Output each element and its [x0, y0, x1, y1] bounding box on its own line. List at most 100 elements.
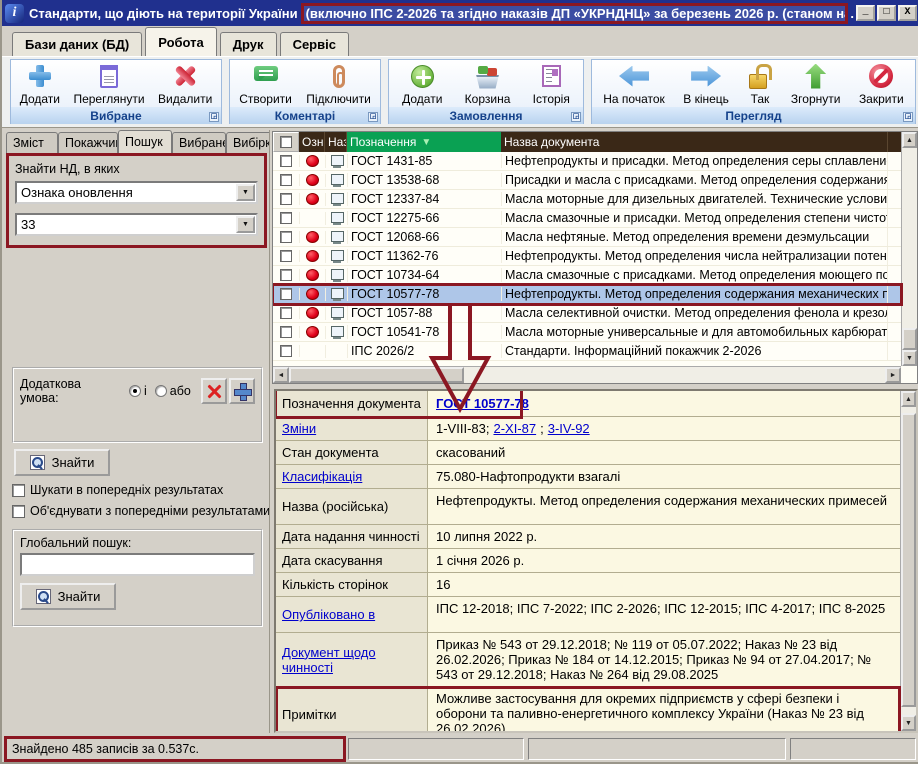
group-caption-orders: Замовлення ◲: [389, 107, 583, 124]
add-condition-button[interactable]: [229, 378, 255, 404]
header-has[interactable]: Наз: [325, 132, 347, 152]
sidebar-tab-favorites[interactable]: Вибране: [172, 132, 226, 153]
row-checkbox[interactable]: [280, 193, 292, 205]
row-checkbox[interactable]: [280, 345, 292, 357]
table-horizontal-scrollbar[interactable]: ◄ ►: [273, 366, 901, 383]
close-view-button[interactable]: Закрити: [855, 62, 908, 107]
go-end-button[interactable]: В кінець: [679, 62, 733, 107]
header-designation[interactable]: Позначення ▼: [347, 132, 501, 152]
row-checkbox[interactable]: [280, 326, 292, 338]
attach-comment-button[interactable]: Підключити: [302, 62, 375, 107]
scrollbar-thumb[interactable]: [289, 367, 464, 383]
sidebar-tab-index[interactable]: Покажчик: [58, 132, 118, 153]
row-checkbox[interactable]: [280, 212, 292, 224]
header-mark[interactable]: Озн: [299, 132, 325, 152]
view-button[interactable]: Переглянути: [69, 62, 148, 107]
remove-condition-button[interactable]: [201, 378, 227, 404]
global-search-input[interactable]: [20, 553, 255, 576]
changes-label-link[interactable]: Зміни: [282, 421, 316, 436]
find-button-label: Знайти: [58, 589, 101, 604]
chevron-down-icon[interactable]: ▼: [236, 216, 255, 233]
table-row[interactable]: ГОСТ 10734-64 Масла смазочные с присадка…: [273, 266, 901, 285]
detail-value: скасований: [436, 445, 505, 460]
sidebar-tab-search[interactable]: Пошук: [118, 130, 172, 153]
scroll-left-icon[interactable]: ◄: [273, 367, 289, 383]
sidebar-tab-selection[interactable]: Вибірка: [226, 132, 269, 153]
designation-cell: ГОСТ 10734-64: [347, 268, 501, 282]
change-link-2[interactable]: 3-IV-92: [548, 421, 590, 436]
table-row[interactable]: ГОСТ 11362-76 Нефтепродукты. Метод опред…: [273, 247, 901, 266]
search-field-dropdown[interactable]: Ознака оновлення ▼: [15, 181, 258, 204]
header-doc-name[interactable]: Назва документа: [501, 132, 887, 152]
table-row-selected[interactable]: ГОСТ 10577-78 Нефтепродукты. Метод опред…: [273, 285, 901, 304]
search-in-previous-checkbox-row[interactable]: Шукати в попередніх результатах: [12, 483, 269, 497]
go-start-button[interactable]: На початок: [599, 62, 669, 107]
tab-work[interactable]: Робота: [145, 27, 217, 56]
scroll-up-icon[interactable]: ▲: [901, 391, 916, 407]
row-checkbox[interactable]: [280, 231, 292, 243]
scroll-up-icon[interactable]: ▲: [902, 132, 917, 148]
row-checkbox[interactable]: [280, 269, 292, 281]
designation-link[interactable]: ГОСТ 10577-78: [436, 396, 529, 411]
add-order-button[interactable]: Додати: [398, 62, 446, 107]
sidebar-tab-contents[interactable]: Зміст: [6, 132, 58, 153]
close-button[interactable]: X: [898, 5, 917, 21]
checkbox-icon[interactable]: [12, 505, 25, 518]
row-checkbox[interactable]: [280, 288, 292, 300]
header-select-all[interactable]: [273, 132, 299, 152]
status-section: [348, 738, 524, 760]
tab-databases[interactable]: Бази даних (БД): [12, 32, 142, 56]
minimize-button[interactable]: _: [856, 5, 875, 21]
scrollbar-thumb[interactable]: [902, 328, 917, 350]
validity-doc-label-link[interactable]: Документ щодо чинності: [282, 645, 421, 675]
group-expand-icon[interactable]: ◲: [903, 112, 913, 122]
table-row[interactable]: ГОСТ 12275-66 Масла смазочные и присадки…: [273, 209, 901, 228]
designation-cell: ГОСТ 12337-84: [347, 192, 501, 206]
group-expand-icon[interactable]: ◲: [571, 112, 581, 122]
change-link-1[interactable]: 2-XI-87: [493, 421, 536, 436]
add-favorite-button[interactable]: Додати: [16, 62, 64, 107]
table-row[interactable]: ГОСТ 13538-68 Присадки и масла с присадк…: [273, 171, 901, 190]
merge-with-previous-checkbox-row[interactable]: Об'єднувати з попередніми результатами: [12, 504, 269, 518]
classification-label-link[interactable]: Класифікація: [282, 469, 362, 484]
radio-or[interactable]: [155, 385, 167, 397]
create-comment-button[interactable]: Створити: [235, 62, 296, 107]
scroll-right-icon[interactable]: ►: [885, 367, 901, 383]
tab-service[interactable]: Сервіс: [280, 32, 349, 56]
table-row[interactable]: ГОСТ 1431-85 Нефтепродукты и присадки. М…: [273, 152, 901, 171]
table-row[interactable]: ГОСТ 10541-78 Масла моторные универсальн…: [273, 323, 901, 342]
arrow-right-icon: [691, 63, 721, 89]
group-expand-icon[interactable]: ◲: [209, 112, 219, 122]
yes-lock-button[interactable]: Так: [743, 62, 776, 107]
scroll-down-icon[interactable]: ▼: [901, 715, 916, 731]
published-in-label-link[interactable]: Опубліковано в: [282, 607, 375, 622]
collapse-button[interactable]: Згорнути: [787, 62, 845, 107]
radio-and[interactable]: [129, 385, 141, 397]
table-vertical-scrollbar[interactable]: ▲ ▼: [901, 132, 917, 366]
history-button[interactable]: Історія: [529, 62, 574, 107]
chevron-down-icon[interactable]: ▼: [236, 184, 255, 201]
row-checkbox[interactable]: [280, 155, 292, 167]
table-row[interactable]: ГОСТ 12337-84 Масла моторные для дизельн…: [273, 190, 901, 209]
table-row[interactable]: ІПС 2026/2 Стандарти. Інформаційний пока…: [273, 342, 901, 361]
details-vertical-scrollbar[interactable]: ▲ ▼: [900, 391, 916, 731]
toolbar-group-view: На початок В кінець Так Згорнути Закрити…: [591, 59, 916, 124]
table-row[interactable]: ГОСТ 1057-88 Масла селективной очистки. …: [273, 304, 901, 323]
group-expand-icon[interactable]: ◲: [368, 112, 378, 122]
scroll-down-icon[interactable]: ▼: [902, 350, 917, 366]
scrollbar-thumb[interactable]: [901, 413, 916, 707]
search-value-dropdown[interactable]: 33 ▼: [15, 213, 258, 236]
checkbox-icon[interactable]: [12, 484, 25, 497]
basket-button[interactable]: Корзина: [461, 62, 515, 107]
delete-button[interactable]: Видалити: [154, 62, 216, 107]
row-checkbox[interactable]: [280, 307, 292, 319]
row-checkbox[interactable]: [280, 250, 292, 262]
maximize-button[interactable]: □: [877, 5, 896, 21]
status-found-records: Знайдено 485 записів за 0.537с.: [6, 738, 344, 760]
table-row[interactable]: ГОСТ 12068-66 Масла нефтяные. Метод опре…: [273, 228, 901, 247]
tab-print[interactable]: Друк: [220, 32, 277, 56]
row-checkbox[interactable]: [280, 174, 292, 186]
checkbox-icon[interactable]: [280, 136, 292, 148]
global-find-button[interactable]: Знайти: [20, 583, 116, 610]
find-button[interactable]: Знайти: [14, 449, 110, 476]
